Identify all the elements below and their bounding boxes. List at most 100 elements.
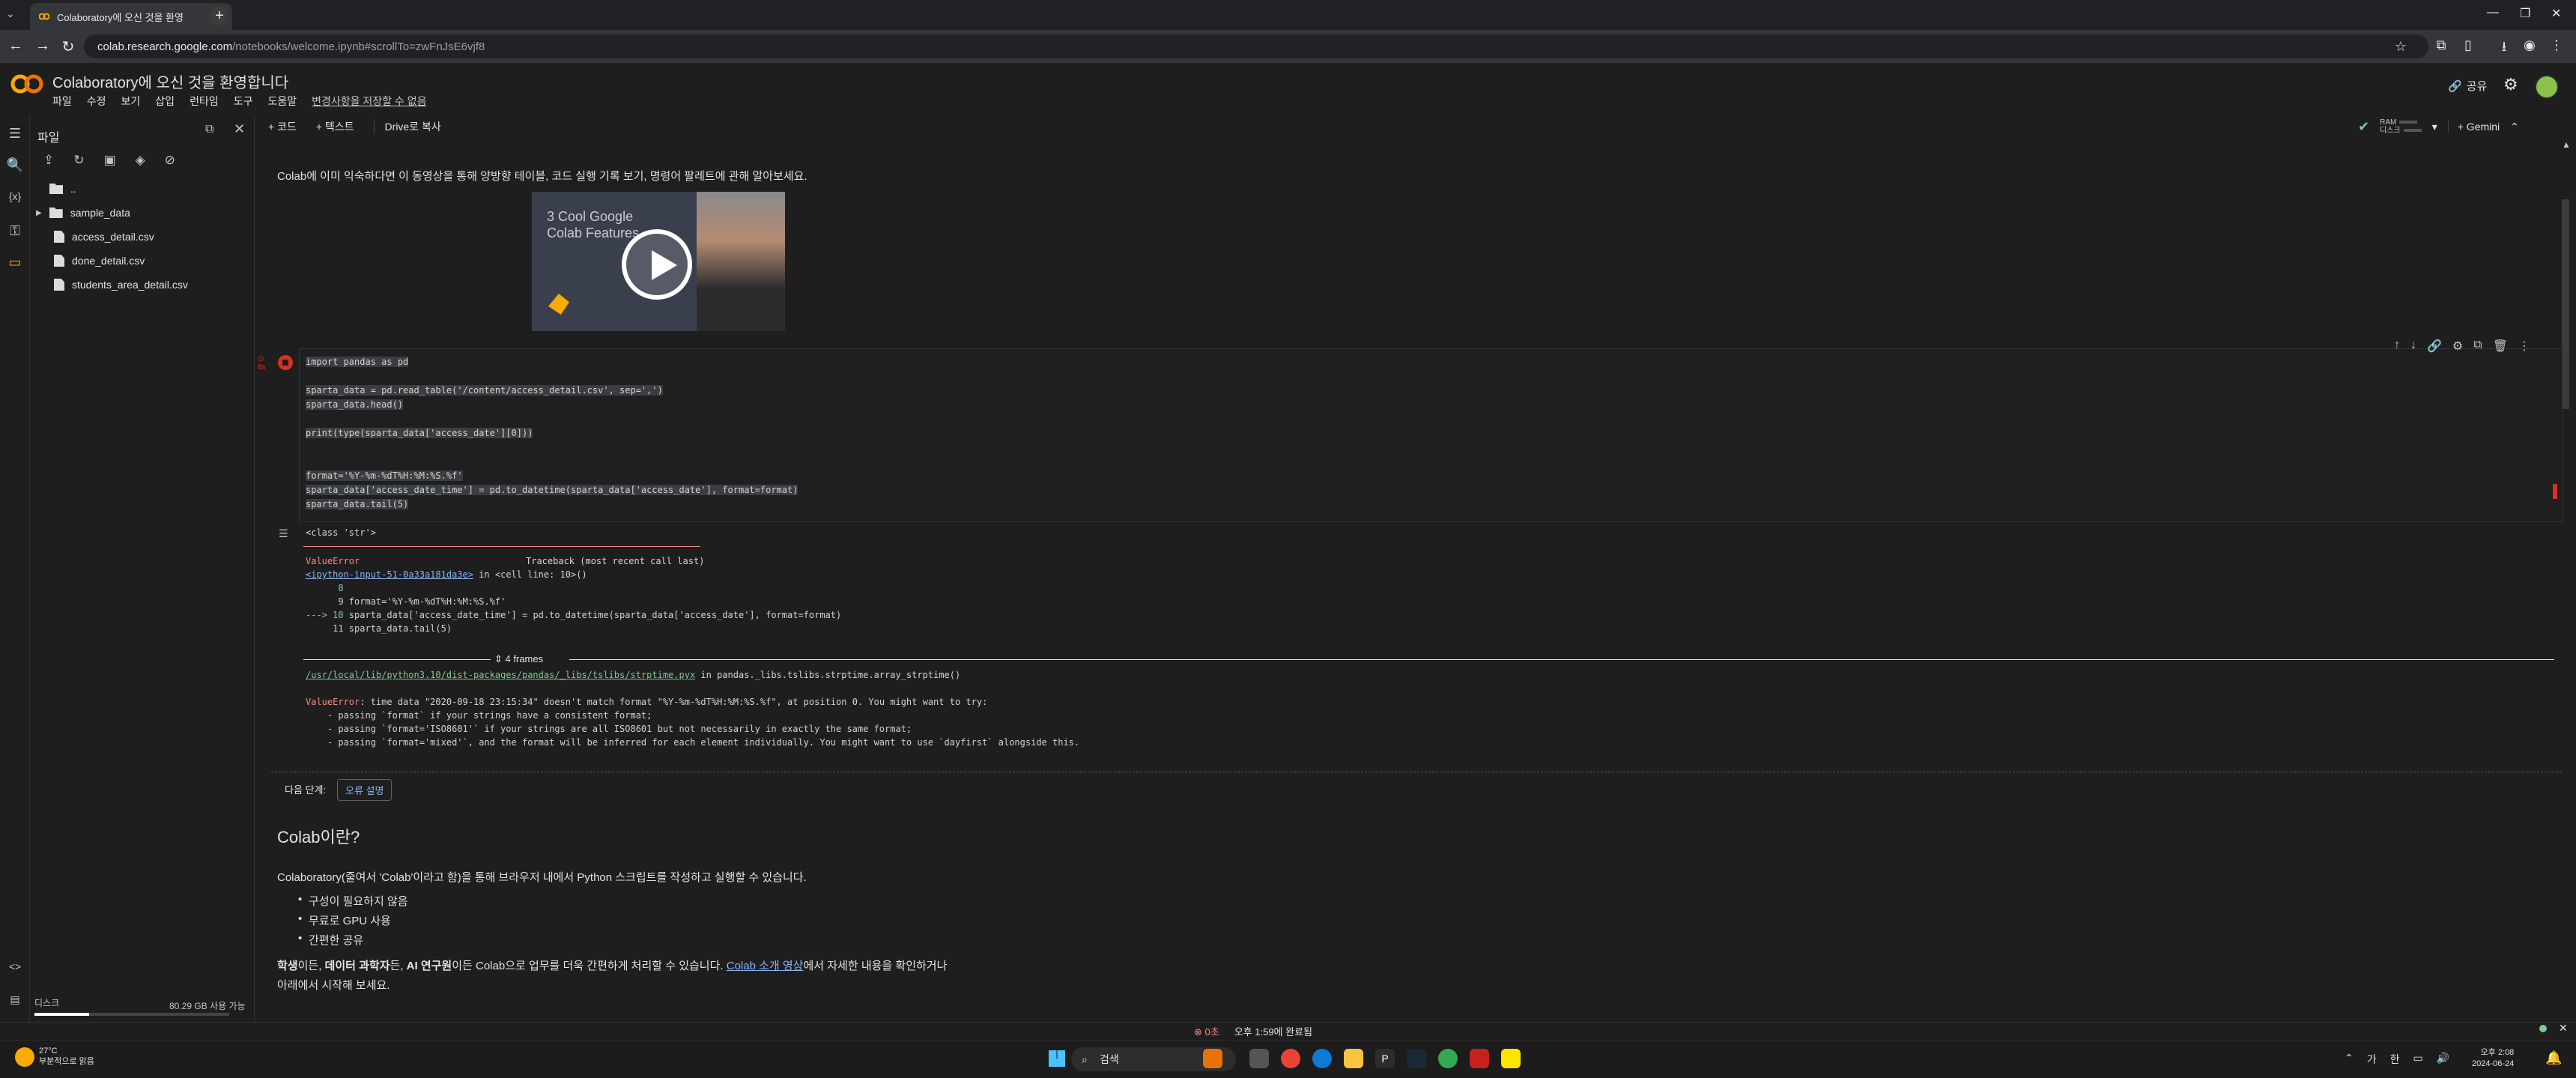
link-cell-icon[interactable]: 🔗 (2427, 339, 2442, 354)
collapse-header-icon[interactable]: ⌃ (2510, 121, 2519, 133)
cell-link[interactable]: <ipython-input-51-0a33a181da3e> (306, 569, 473, 580)
edge-icon[interactable] (1312, 1049, 1332, 1068)
add-code-button[interactable]: + 코드 (268, 119, 297, 134)
file-row-sample-data[interactable]: ▶ sample_data (36, 207, 130, 219)
variables-icon[interactable]: {x} (4, 190, 25, 202)
steam-icon[interactable] (1407, 1049, 1426, 1068)
table-of-contents-icon[interactable]: ☰ (4, 126, 25, 142)
ram-disk-indicator[interactable]: RAM 디스크 (2380, 118, 2422, 135)
close-window-icon[interactable]: ✕ (2551, 6, 2561, 21)
hidden-frames-toggle[interactable]: ⇕ 4 frames (494, 653, 543, 665)
menu-runtime[interactable]: 런타임 (190, 94, 219, 109)
secrets-key-icon[interactable]: ⚿ (4, 223, 25, 239)
files-actions: ⇪ ↻ ▣ ◈ ⊘ (43, 153, 175, 168)
add-text-button[interactable]: + 텍스트 (316, 119, 354, 134)
upload-file-icon[interactable]: ⇪ (43, 153, 54, 168)
move-up-icon[interactable]: ↑ (2394, 339, 2400, 354)
explain-error-button[interactable]: 오류 설명 (337, 779, 393, 801)
chrome-icon[interactable] (1281, 1049, 1300, 1068)
network-icon[interactable]: ▭ (2413, 1052, 2423, 1067)
file-row-done-detail[interactable]: done_detail.csv (54, 255, 145, 267)
forward-icon[interactable]: → (33, 37, 52, 55)
gemini-button[interactable]: + Gemini (2447, 121, 2500, 133)
cell-settings-icon[interactable]: ⚙ (2452, 339, 2463, 354)
user-avatar[interactable] (2535, 75, 2559, 99)
menu-help[interactable]: 도움말 (267, 94, 297, 109)
new-folder-icon[interactable]: ▣ (104, 153, 116, 168)
tab-search-icon[interactable]: ⌄ (6, 7, 15, 20)
video-thumbnail[interactable]: 3 Cool Google Colab Features (532, 192, 785, 331)
mount-drive-icon[interactable]: ◈ (136, 153, 145, 168)
presenter-image (697, 192, 785, 331)
task-view-icon[interactable] (1249, 1049, 1269, 1068)
more-options-icon[interactable]: ⋮ (2518, 339, 2530, 354)
code-snippets-icon[interactable]: <> (4, 960, 25, 972)
weather-widget[interactable]: 27°C 부분적으로 맑음 (39, 1046, 94, 1067)
maximize-icon[interactable]: ❐ (2520, 6, 2530, 21)
play-button-icon[interactable] (622, 229, 692, 300)
run-cell-button[interactable] (278, 355, 293, 370)
chrome-profile-icon[interactable] (1438, 1049, 1458, 1068)
windows-start-icon[interactable] (1049, 1050, 1065, 1067)
bookmark-star-icon[interactable]: ☆ (2391, 39, 2410, 55)
extensions-icon[interactable]: ⧉ (2431, 37, 2451, 53)
scroll-up-icon[interactable]: ▲ (2562, 139, 2571, 150)
delete-cell-icon[interactable]: 🗑 (2493, 339, 2508, 354)
notebook-scrollbar[interactable] (2562, 199, 2569, 409)
profile-icon[interactable]: ◉ (2520, 37, 2539, 53)
parent-folder-row[interactable]: .. (49, 183, 76, 195)
settings-gear-icon[interactable]: ⚙ (2503, 75, 2518, 94)
colab-logo-icon[interactable] (10, 73, 43, 94)
menu-view[interactable]: 보기 (121, 94, 141, 109)
mirror-cell-icon[interactable]: ⧉ (2473, 339, 2482, 354)
clock[interactable]: 오후 2:08 2024-06-24 (2472, 1047, 2514, 1070)
volume-icon[interactable]: 🔊 (2437, 1052, 2449, 1067)
files-folder-icon[interactable]: ▭ (4, 255, 25, 270)
search-icon[interactable]: 🔍 (4, 157, 25, 173)
weather-icon[interactable] (15, 1047, 34, 1067)
share-button[interactable]: 🔗 공유 (2448, 78, 2487, 94)
new-tab-button[interactable]: + (210, 6, 229, 25)
menu-insert[interactable]: 삽입 (155, 94, 175, 109)
sidepanel-icon[interactable]: ▯ (2458, 37, 2478, 53)
cell-toolbar: ↑ ↓ 🔗 ⚙ ⧉ 🗑 ⋮ (2394, 339, 2530, 354)
file-row-students-area[interactable]: students_area_detail.csv (54, 279, 188, 291)
ime-mode-2[interactable]: 한 (2390, 1052, 2400, 1067)
file-explorer-icon[interactable] (1344, 1049, 1363, 1068)
download-icon[interactable]: ⭳ (2494, 37, 2514, 60)
notebook-title[interactable]: Colaboratory에 오신 것을 환영합니다 (52, 70, 288, 92)
pycharm-icon[interactable]: P (1375, 1049, 1395, 1068)
unsaved-changes-link[interactable]: 변경사항을 저장할 수 없음 (312, 94, 426, 109)
close-status-icon[interactable]: ✕ (2559, 1022, 2568, 1035)
open-in-tab-icon[interactable]: ⧉ (205, 123, 213, 136)
file-row-access-detail[interactable]: access_detail.csv (54, 231, 154, 243)
output-options-icon[interactable]: ☰ (279, 527, 288, 540)
ime-mode-1[interactable]: 가 (2367, 1052, 2377, 1067)
expand-arrow-icon[interactable]: ▶ (36, 209, 42, 217)
minimize-icon[interactable]: — (2487, 6, 2499, 19)
copy-to-drive-button[interactable]: Drive로 복사 (373, 119, 441, 134)
search-icon: ⌕ (1082, 1053, 1088, 1065)
app-icon[interactable] (1470, 1049, 1489, 1068)
intro-video-link[interactable]: Colab 소개 영상 (727, 960, 804, 972)
hide-files-icon[interactable]: ⊘ (165, 153, 175, 168)
reload-icon[interactable]: ↻ (58, 37, 78, 56)
browser-tab[interactable]: Colaboratory에 오신 것을 환영 ✕ (30, 3, 232, 30)
execution-status[interactable]: ⊗ 0초 오후 1:59에 완료됨 (1194, 1024, 1312, 1038)
menu-edit[interactable]: 수정 (87, 94, 106, 109)
tray-expand-icon[interactable]: ⌃ (2345, 1052, 2354, 1067)
kakaotalk-icon[interactable] (1501, 1049, 1521, 1068)
code-editor[interactable]: import pandas as pd sparta_data = pd.rea… (306, 355, 798, 512)
terminal-icon[interactable]: ▤ (4, 993, 25, 1006)
browser-menu-icon[interactable]: ⋮ (2547, 37, 2566, 53)
notification-icon[interactable]: 🔔 (2545, 1050, 2562, 1066)
menu-file[interactable]: 파일 (52, 94, 72, 109)
refresh-icon[interactable]: ↻ (73, 153, 84, 168)
menu-tools[interactable]: 도구 (234, 94, 253, 109)
runtime-dropdown-icon[interactable]: ▾ (2432, 121, 2437, 133)
back-icon[interactable]: ← (6, 37, 25, 55)
strptime-link[interactable]: /usr/local/lib/python3.10/dist-packages/… (306, 670, 695, 680)
move-down-icon[interactable]: ↓ (2410, 339, 2416, 354)
close-panel-icon[interactable]: ✕ (234, 121, 245, 137)
url-input[interactable]: colab.research.google.com/notebooks/welc… (84, 34, 2428, 58)
